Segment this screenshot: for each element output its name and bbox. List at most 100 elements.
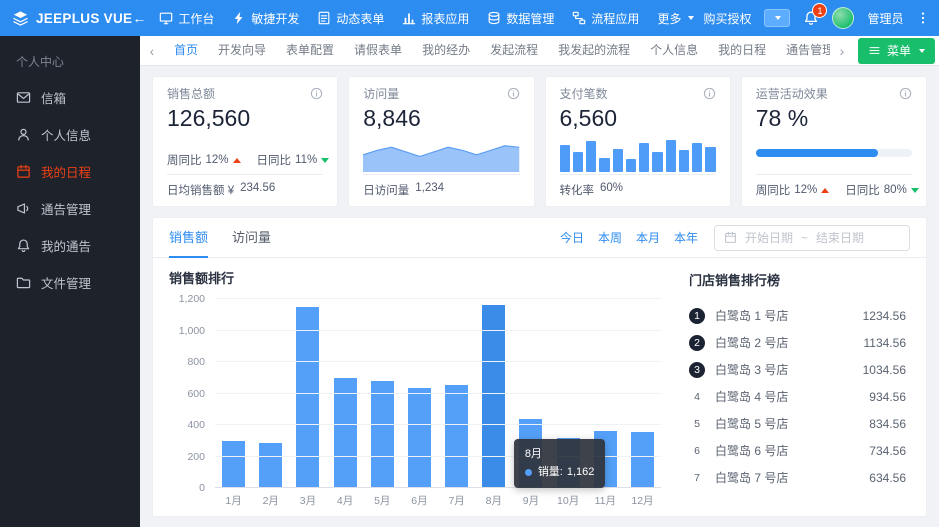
y-axis-tick: 600: [187, 388, 205, 400]
sidebar-item[interactable]: 我的日程: [0, 153, 140, 190]
top-nav-item-label: 数据管理: [506, 10, 554, 27]
minibar: [586, 141, 596, 172]
store-ranking: 门店销售排行榜 1 白鹭岛 1 号店 1234.56: [675, 268, 910, 508]
x-axis-label: 2月: [252, 493, 289, 508]
sales-bar-2月[interactable]: [259, 443, 282, 488]
top-nav-item[interactable]: 报表应用: [393, 0, 478, 36]
page-tab[interactable]: 请假表单: [344, 36, 412, 65]
chevron-down-icon: [775, 16, 781, 20]
y-axis-tick: 200: [187, 451, 205, 463]
top-nav-item[interactable]: 动态表单: [308, 0, 393, 36]
sidebar-item[interactable]: 信箱: [0, 79, 140, 116]
quick-range-link[interactable]: 本月: [636, 229, 660, 246]
folder-icon: [17, 278, 29, 287]
quick-range-link[interactable]: 今日: [560, 229, 584, 246]
top-nav-item-label: 动态表单: [336, 10, 384, 27]
sales-bar-8月[interactable]: [482, 305, 505, 488]
minibar: [679, 150, 689, 172]
calendar-icon: [724, 231, 737, 244]
top-nav-item[interactable]: 数据管理: [478, 0, 563, 36]
x-axis-label: 6月: [401, 493, 438, 508]
info-icon[interactable]: [310, 87, 323, 100]
week-trend: 周同比12%: [756, 182, 830, 198]
menu-button[interactable]: 菜单: [858, 38, 935, 64]
minibar: [613, 149, 623, 172]
sales-panel-tab[interactable]: 销售额: [169, 218, 208, 258]
sales-panel-header: 销售额访问量 今日本周本月本年 开始日期 ~ 结束日期: [153, 218, 926, 258]
y-axis-tick: 1,200: [179, 293, 205, 305]
buy-license-link[interactable]: 购买授权: [703, 10, 751, 27]
tabs-scroll-right-icon[interactable]: ›: [830, 43, 854, 59]
page-tab[interactable]: 个人信息: [640, 36, 708, 65]
stat-value: 6,560: [560, 105, 716, 132]
collapse-sidebar-icon[interactable]: ←: [132, 10, 146, 26]
x-axis-label: 7月: [438, 493, 475, 508]
page-tab[interactable]: 我的日程: [708, 36, 776, 65]
sidebar-item[interactable]: 通告管理: [0, 190, 140, 227]
top-nav-item-label: 敏捷开发: [251, 10, 299, 27]
app-logo[interactable]: JEEPLUS VUE: [12, 10, 132, 27]
page-tab[interactable]: 开发向导: [208, 36, 276, 65]
theme-select[interactable]: [764, 9, 790, 27]
form-icon: [320, 12, 330, 23]
gridline: [215, 361, 661, 362]
top-nav-item[interactable]: 敏捷开发: [223, 0, 308, 36]
page-tab[interactable]: 发起流程: [480, 36, 548, 65]
avatar[interactable]: [832, 7, 854, 29]
info-icon[interactable]: [507, 87, 520, 100]
sales-bar-7月[interactable]: [445, 385, 468, 488]
tabs-scroll-left-icon[interactable]: ‹: [140, 43, 164, 59]
stat-card-activity: 运营活动效果 78 % 周同比12% 日同比80%: [741, 76, 927, 207]
y-axis-tick: 0: [199, 482, 205, 494]
info-icon[interactable]: [899, 87, 912, 100]
sidebar-section-title[interactable]: 个人中心: [0, 42, 140, 79]
sales-bar-6月[interactable]: [408, 388, 431, 488]
info-icon[interactable]: [703, 87, 716, 100]
top-nav-item[interactable]: 工作台: [150, 0, 223, 36]
sidebar-item[interactable]: 个人信息: [0, 116, 140, 153]
stat-card-sales-total: 销售总额 126,560 周同比12% 日同比11%: [152, 76, 338, 207]
page-tab[interactable]: 我发起的流程: [548, 36, 640, 65]
x-axis-label: 8月: [475, 493, 512, 508]
stat-value: 78 %: [756, 105, 912, 132]
sidebar-item[interactable]: 文件管理: [0, 264, 140, 301]
notifications-button[interactable]: 1: [803, 10, 819, 26]
minibar: [666, 140, 676, 172]
top-nav-item-label: 报表应用: [421, 10, 469, 27]
chevron-down-icon: [688, 16, 694, 20]
store-name: 白鹭岛 4 号店: [715, 388, 788, 405]
store-value: 1234.56: [863, 309, 906, 323]
sales-bar-4月[interactable]: [334, 378, 357, 488]
sales-chart-x-labels: 1月2月3月4月5月6月7月8月9月10月11月12月: [215, 493, 661, 508]
quick-range-link[interactable]: 本周: [598, 229, 622, 246]
sidebar-item-label: 文件管理: [41, 273, 91, 292]
ranking-row: 2 白鹭岛 2 号店 1134.56: [689, 329, 906, 356]
sales-bar-12月[interactable]: [631, 432, 654, 488]
ranking-title: 门店销售排行榜: [689, 270, 906, 289]
sidebar-item[interactable]: 我的通告: [0, 227, 140, 264]
ranking-row: 1 白鹭岛 1 号店 1234.56: [689, 302, 906, 329]
username[interactable]: 管理员: [867, 10, 903, 27]
date-range-picker[interactable]: 开始日期 ~ 结束日期: [714, 225, 910, 251]
page-tab[interactable]: 首页: [164, 36, 208, 65]
minibar: [599, 158, 609, 172]
ranking-row: 7 白鹭岛 7 号店 634.56: [689, 464, 906, 491]
sales-bar-3月[interactable]: [296, 307, 319, 488]
sales-bar-5月[interactable]: [371, 381, 394, 488]
sales-chart-plot: 8月 销量:1,162 02004006008001,0001,200: [215, 299, 661, 488]
more-options-icon[interactable]: [916, 10, 930, 26]
page-tab[interactable]: 我的经办: [412, 36, 480, 65]
quick-range-link[interactable]: 本年: [674, 229, 698, 246]
ranking-row: 3 白鹭岛 3 号店 1034.56: [689, 356, 906, 383]
top-nav-item[interactable]: 流程应用: [563, 0, 648, 36]
page-tab[interactable]: 通告管理: [776, 36, 830, 65]
activity-progress: [756, 149, 912, 157]
sales-bar-1月[interactable]: [222, 441, 245, 488]
gridline: [215, 330, 661, 331]
top-nav-item[interactable]: 更多: [648, 0, 703, 36]
x-axis-label: 4月: [327, 493, 364, 508]
week-trend: 周同比12%: [167, 152, 241, 168]
sales-panel-tab[interactable]: 访问量: [232, 218, 271, 258]
date-separator: ~: [801, 231, 808, 245]
page-tab[interactable]: 表单配置: [276, 36, 344, 65]
